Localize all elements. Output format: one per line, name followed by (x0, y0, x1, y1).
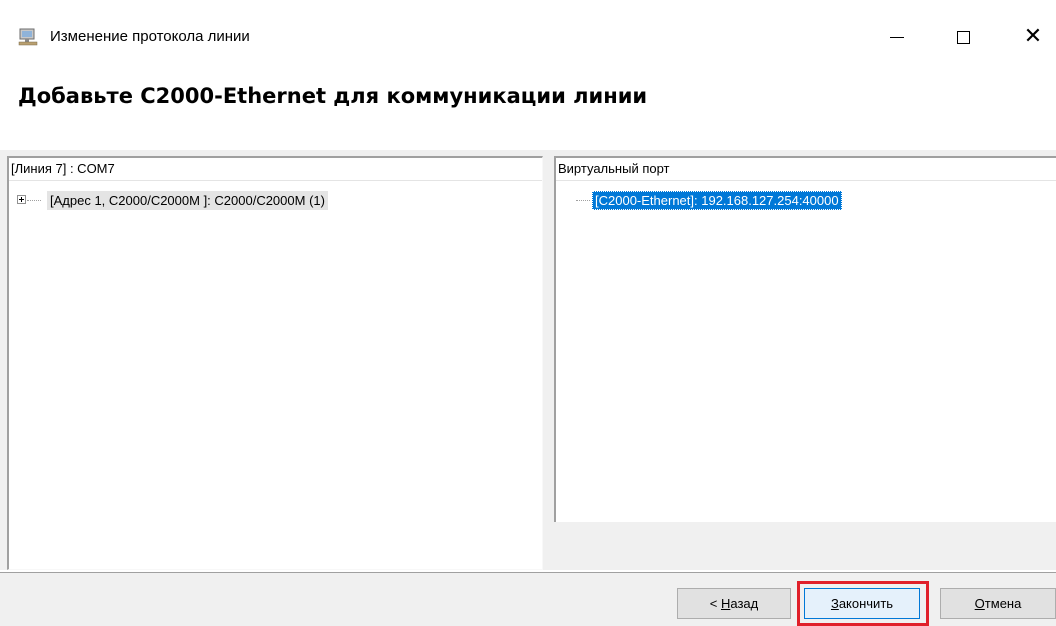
tree-item-label[interactable]: [Адрес 1, С2000/С2000М ]: С2000/С2000М (… (47, 191, 328, 210)
dialog-window: Изменение протокола линии ✕ Добавьте С20… (0, 0, 1056, 626)
cancel-button[interactable]: Отмена (940, 588, 1056, 619)
maximize-button[interactable] (940, 18, 986, 56)
finish-button-accel: З (830, 596, 839, 611)
line-panel-header: [Линия 7] : COM7 (9, 158, 542, 181)
expand-plus-icon[interactable] (17, 195, 26, 204)
virtual-port-tree[interactable]: Виртуальный порт [С2000-Ethernet]: 192.1… (554, 156, 1056, 522)
cancel-button-accel: О (974, 596, 985, 611)
page-heading: Добавьте С2000-Ethernet для коммуникации… (18, 84, 648, 108)
minimize-button[interactable] (874, 18, 920, 56)
network-monitor-icon (18, 28, 38, 46)
back-button-label: азад (730, 596, 759, 611)
maximize-icon (956, 30, 970, 44)
back-button-accel: Н (720, 596, 731, 611)
back-button-prefix: < (709, 596, 721, 611)
title-bar[interactable]: Изменение протокола линии ✕ (0, 0, 1056, 70)
minimize-icon (890, 36, 904, 38)
virtual-port-header: Виртуальный порт (556, 158, 1056, 181)
tree-item-device[interactable]: [Адрес 1, С2000/С2000М ]: С2000/С2000М (… (9, 190, 529, 210)
close-button[interactable]: ✕ (1010, 18, 1056, 56)
finish-button[interactable]: Закончить (804, 588, 920, 619)
tree-item-label[interactable]: [С2000-Ethernet]: 192.168.127.254:40000 (592, 191, 842, 210)
tree-connector (27, 200, 41, 202)
tree-item-ethernet[interactable]: [С2000-Ethernet]: 192.168.127.254:40000 (556, 190, 1036, 210)
cancel-button-label: тмена (984, 596, 1022, 611)
close-icon: ✕ (1023, 24, 1043, 49)
tree-connector (576, 200, 590, 202)
finish-button-label: акончить (838, 596, 894, 611)
window-title: Изменение протокола линии (50, 28, 250, 45)
back-button[interactable]: < Назад (677, 588, 791, 619)
line-devices-tree[interactable]: [Линия 7] : COM7 [Адрес 1, С2000/С2000М … (7, 156, 543, 570)
